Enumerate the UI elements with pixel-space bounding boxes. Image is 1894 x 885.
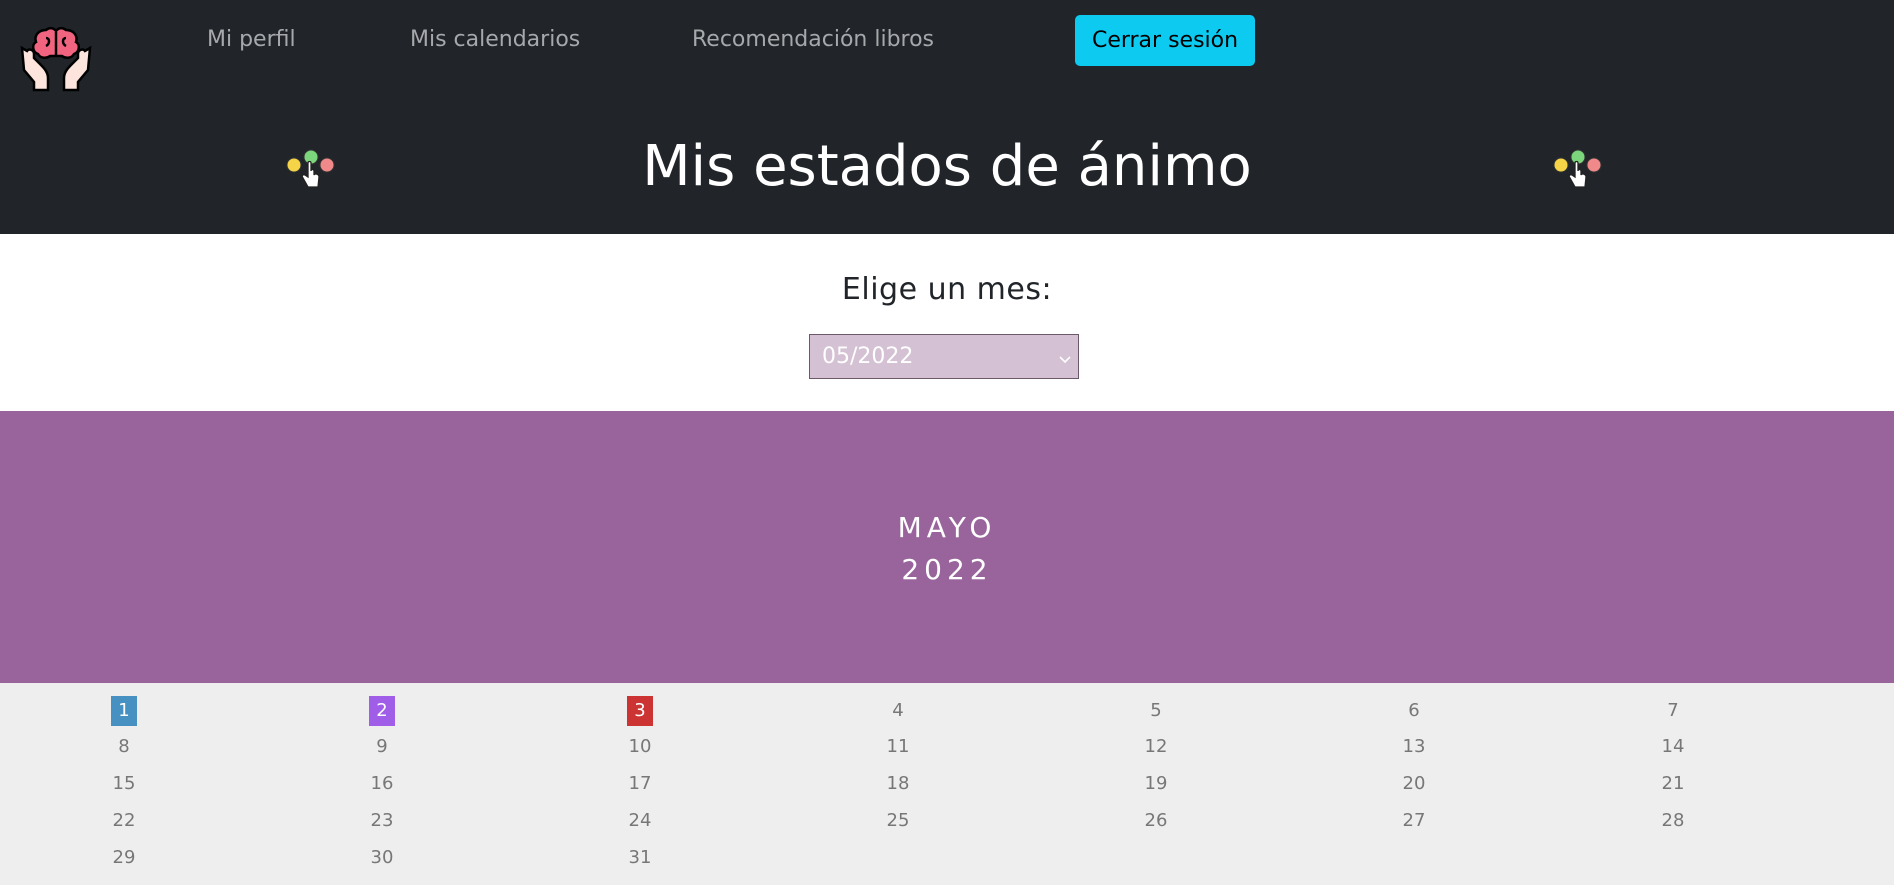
calendar-day[interactable]: 21 [1660, 769, 1686, 799]
chevron-down-icon [1058, 348, 1072, 373]
calendar-day[interactable]: 29 [111, 843, 137, 873]
calendar-day[interactable]: 6 [1401, 696, 1427, 726]
calendar-day[interactable]: 12 [1143, 732, 1169, 762]
calendar-day[interactable]: 25 [885, 806, 911, 836]
calendar-day[interactable]: 24 [627, 806, 653, 836]
hands-brain-logo-icon[interactable] [20, 26, 92, 92]
month-banner: MAYO 2022 [0, 411, 1894, 683]
navbar: Mi perfil Mis calendarios Recomendación … [0, 0, 1894, 97]
calendar-day[interactable]: 7 [1660, 696, 1686, 726]
calendar-day[interactable]: 13 [1401, 732, 1427, 762]
calendar-day[interactable]: 10 [627, 732, 653, 762]
nav-link-mi-perfil[interactable]: Mi perfil [207, 27, 296, 52]
month-chooser-label: Elige un mes: [841, 272, 1053, 307]
page-header: Mis estados de ánimo [0, 97, 1894, 234]
nav-link-recomendacion-libros[interactable]: Recomendación libros [692, 27, 934, 52]
banner-month: MAYO [897, 511, 997, 544]
calendar-grid: 1 2 3 4 5 6 7 8 9 10 11 12 13 14 15 16 17 18 19 20 21 22 23 24 2… [0, 683, 1894, 885]
calendar-day[interactable]: 5 [1143, 696, 1169, 726]
calendar-day[interactable]: 1 [111, 696, 137, 726]
calendar-day[interactable]: 22 [111, 806, 137, 836]
mood-faces-pointer-icon [1551, 147, 1605, 193]
month-select-value: 05/2022 [822, 344, 914, 369]
calendar-day[interactable]: 4 [885, 696, 911, 726]
nav-link-mis-calendarios[interactable]: Mis calendarios [410, 27, 580, 52]
calendar-day[interactable]: 17 [627, 769, 653, 799]
calendar-day[interactable]: 14 [1660, 732, 1686, 762]
month-select[interactable]: 05/2022 [809, 334, 1079, 379]
calendar-day[interactable]: 11 [885, 732, 911, 762]
calendar-day[interactable]: 8 [111, 732, 137, 762]
banner-year: 2022 [901, 553, 993, 586]
calendar-day[interactable]: 19 [1143, 769, 1169, 799]
calendar-day[interactable]: 20 [1401, 769, 1427, 799]
calendar-day[interactable]: 16 [369, 769, 395, 799]
calendar-day[interactable]: 23 [369, 806, 395, 836]
logout-button[interactable]: Cerrar sesión [1075, 15, 1255, 66]
calendar-day[interactable]: 18 [885, 769, 911, 799]
calendar-day[interactable]: 26 [1143, 806, 1169, 836]
page-title: Mis estados de ánimo [642, 134, 1252, 199]
calendar-day[interactable]: 9 [369, 732, 395, 762]
calendar-day[interactable]: 3 [627, 696, 653, 726]
calendar-day[interactable]: 2 [369, 696, 395, 726]
calendar-day[interactable]: 28 [1660, 806, 1686, 836]
calendar-day[interactable]: 27 [1401, 806, 1427, 836]
calendar-day[interactable]: 15 [111, 769, 137, 799]
calendar-day[interactable]: 31 [627, 843, 653, 873]
calendar-day[interactable]: 30 [369, 843, 395, 873]
